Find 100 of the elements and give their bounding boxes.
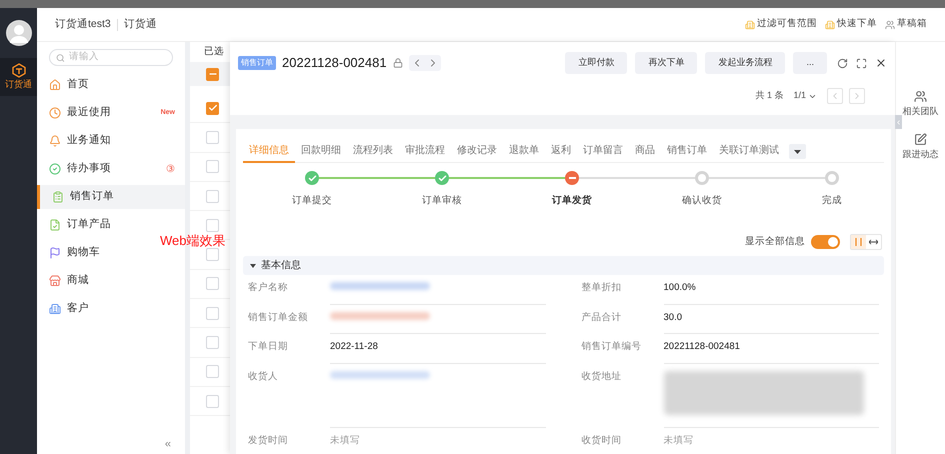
checkbox[interactable] — [206, 336, 219, 350]
breadcrumb-item[interactable]: 订货通test3 — [55, 16, 111, 32]
close-icon[interactable] — [875, 57, 887, 69]
checkbox[interactable] — [206, 394, 219, 408]
team-icon — [914, 90, 927, 103]
search-icon — [56, 52, 65, 62]
action-button[interactable]: 立即付款 — [565, 52, 628, 74]
check-icon — [208, 103, 218, 114]
action-button[interactable]: 发起业务流程 — [705, 52, 786, 74]
sidebar-item[interactable]: 商城 — [37, 269, 185, 293]
step-label: 确认收货 — [682, 194, 722, 208]
field-label: 下单日期 — [248, 341, 289, 354]
sidebar-item[interactable]: 首页 — [37, 73, 185, 97]
minus-icon — [568, 177, 576, 179]
checkbox[interactable] — [206, 68, 219, 80]
checkbox[interactable] — [206, 190, 219, 203]
previous-page-icon[interactable] — [827, 88, 843, 104]
refresh-icon[interactable] — [837, 58, 848, 68]
tab[interactable]: 回款明细 — [295, 140, 347, 162]
sidebar-item[interactable]: 待办事项 ③ — [37, 157, 185, 181]
sidebar-item[interactable]: 客户 — [37, 297, 185, 321]
building-icon — [49, 303, 61, 315]
field-label: 销售订单编号 — [582, 341, 642, 354]
clock-icon — [49, 107, 61, 119]
home-icon — [49, 79, 61, 91]
tab[interactable]: 修改记录 — [451, 140, 503, 162]
step-label: 完成 — [822, 194, 842, 208]
header-link[interactable]: 过滤可售范围 — [745, 17, 817, 32]
field-value: 100.0% — [664, 282, 696, 294]
search-input[interactable]: 请输入 — [68, 50, 166, 65]
checkbox[interactable] — [206, 160, 219, 174]
action-button[interactable]: ... — [793, 52, 827, 74]
check-icon — [308, 174, 316, 182]
flag-icon — [49, 247, 61, 259]
field-label: 整单折扣 — [582, 282, 622, 294]
building-icon — [825, 20, 835, 30]
search-field[interactable]: 请输入 — [49, 49, 173, 66]
check-circle-icon — [49, 163, 61, 175]
tab[interactable]: 流程列表 — [347, 140, 399, 162]
header-link[interactable]: 草稿箱 — [885, 17, 927, 32]
field-value: 20221128-002481 — [664, 341, 740, 352]
field-value: 30.0 — [664, 312, 682, 323]
next-page-icon[interactable] — [849, 88, 865, 104]
bell-icon — [49, 135, 61, 147]
clipboard-icon — [52, 191, 64, 203]
tab[interactable]: 商品 — [629, 140, 661, 162]
tab[interactable]: 订单留言 — [577, 140, 629, 162]
field-label: 客户名称 — [248, 282, 289, 294]
sidebar-item[interactable]: 业务通知 — [37, 129, 185, 153]
lock-icon[interactable] — [392, 58, 403, 68]
record-number: 20221128-002481 — [282, 54, 387, 72]
collapse-button[interactable]: « — [164, 436, 171, 452]
checkbox[interactable] — [206, 365, 219, 378]
toggle-switch[interactable] — [811, 235, 840, 250]
record-type-tag: 销售订单 — [238, 56, 276, 70]
tab[interactable]: 销售订单 — [661, 140, 713, 162]
record-count: 共 1 条 — [755, 89, 784, 102]
fullscreen-icon[interactable] — [856, 58, 867, 68]
edit-icon — [914, 132, 927, 146]
tab[interactable]: 关联订单测试 — [713, 140, 785, 162]
checkbox[interactable] — [206, 248, 219, 262]
app-logo-icon — [12, 62, 26, 78]
step-label: 订单审核 — [422, 194, 462, 208]
action-button[interactable]: 再次下单 — [635, 52, 698, 74]
count-label: ③ — [166, 162, 175, 176]
sidebar-item[interactable]: 销售订单 — [37, 185, 185, 209]
check-icon — [438, 174, 446, 182]
caret-icon — [250, 264, 256, 268]
building-icon — [745, 20, 755, 30]
field-label: 收货地址 — [582, 370, 622, 383]
field-label: 产品合计 — [582, 312, 622, 324]
selection-label: 已选 — [203, 44, 225, 59]
section-header[interactable]: 基本信息 — [243, 256, 884, 276]
step-label: 订单发货 — [552, 194, 592, 208]
field-value: 未填写 — [330, 434, 360, 446]
field-label: 收货时间 — [582, 434, 622, 447]
checkbox[interactable] — [206, 130, 219, 144]
step-label: 订单提交 — [292, 194, 332, 208]
shop-icon — [49, 275, 61, 287]
panel-handle[interactable] — [895, 115, 902, 129]
side-panel-item[interactable]: 相关团队 — [902, 90, 938, 118]
page-selector[interactable]: 1/1 — [793, 89, 817, 103]
field-value: 2022-11-28 — [330, 341, 378, 352]
checkbox[interactable] — [206, 102, 219, 115]
avatar — [6, 20, 32, 46]
checkbox[interactable] — [206, 306, 219, 320]
checkbox[interactable] — [206, 218, 219, 232]
tab[interactable]: 审批流程 — [399, 140, 451, 162]
header-link[interactable]: 快速下单 — [825, 17, 877, 32]
toggle-label: 显示全部信息 — [745, 235, 805, 250]
checkbox[interactable] — [206, 277, 219, 290]
field-label: 发货时间 — [248, 434, 289, 447]
more-tabs-button[interactable] — [789, 144, 806, 159]
field-value: 未填写 — [664, 434, 694, 446]
tab[interactable]: 返利 — [545, 140, 577, 162]
tab[interactable]: 退款单 — [503, 140, 545, 162]
field-label: 收货人 — [248, 370, 279, 383]
app-rail-item[interactable]: 订货通 — [0, 58, 37, 96]
breadcrumb-item[interactable]: 订货通 — [124, 16, 157, 32]
side-panel-item[interactable]: 跟进动态 — [902, 132, 938, 161]
